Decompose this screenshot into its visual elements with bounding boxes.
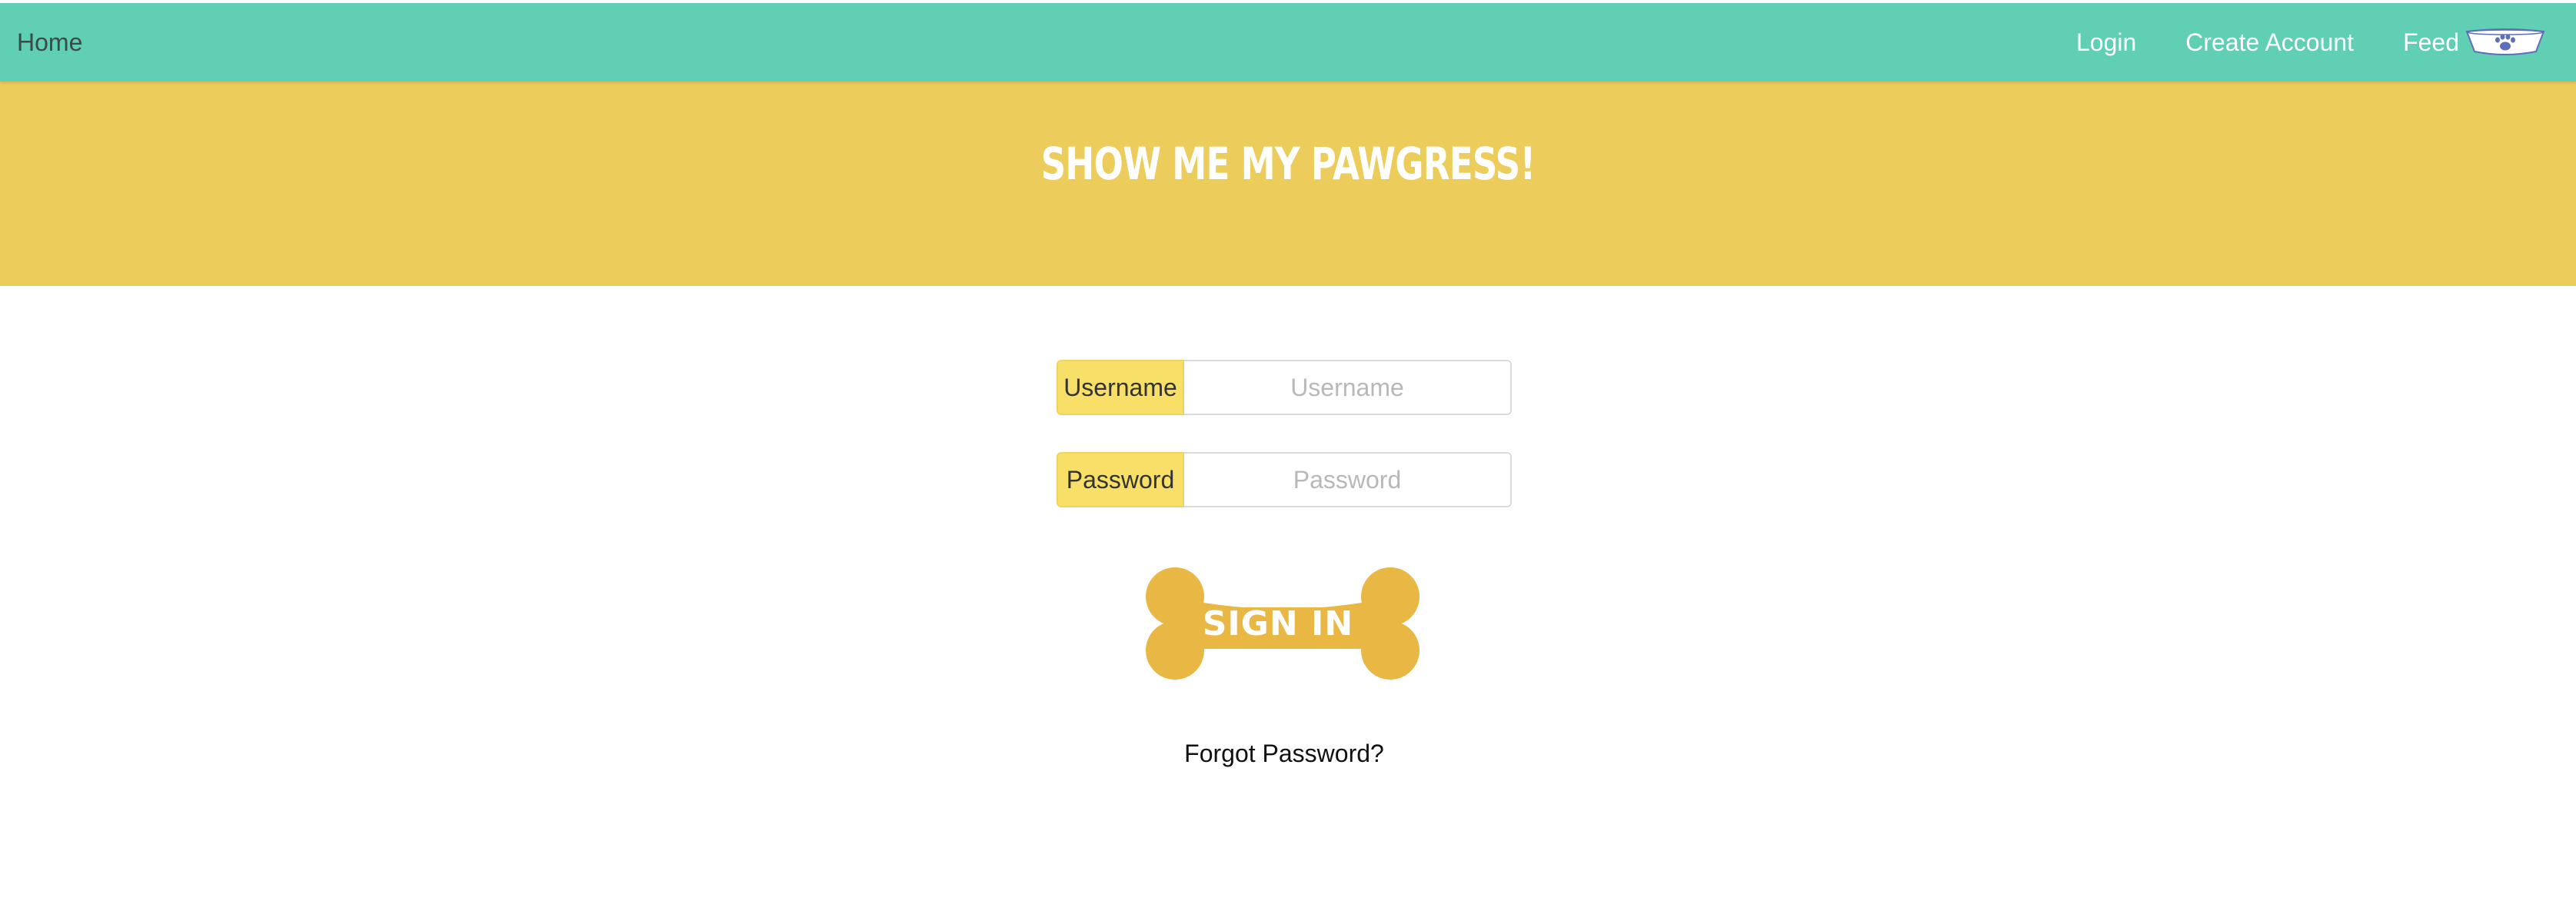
password-group: Password	[1057, 452, 1512, 507]
nav-create-account-link[interactable]: Create Account	[2185, 28, 2354, 57]
nav-home-link[interactable]: Home	[17, 3, 82, 81]
nav-feed-label: Feed	[2403, 28, 2459, 56]
login-form: Username Password	[1057, 360, 1512, 544]
sign-in-button[interactable]: SIGN IN	[1141, 567, 1426, 680]
forgot-password-link[interactable]: Forgot Password?	[0, 740, 2568, 768]
username-input[interactable]	[1184, 360, 1512, 415]
nav-feed-link[interactable]: Feed	[2403, 27, 2545, 58]
password-input[interactable]	[1184, 452, 1512, 507]
username-group: Username	[1057, 360, 1512, 415]
hero-banner: SHOW ME MY PAWGRESS!	[0, 81, 2576, 286]
paw-bowl-icon	[2465, 28, 2545, 55]
sign-in-label: SIGN IN	[1202, 603, 1354, 643]
username-label: Username	[1057, 360, 1184, 415]
password-label: Password	[1057, 452, 1184, 507]
nav-login-link[interactable]: Login	[2076, 28, 2136, 57]
nav-right-group: Login Create Account Feed	[2027, 3, 2545, 81]
navbar: Home Login Create Account Feed	[0, 3, 2576, 81]
page-title: SHOW ME MY PAWGRESS!	[1040, 137, 1536, 190]
